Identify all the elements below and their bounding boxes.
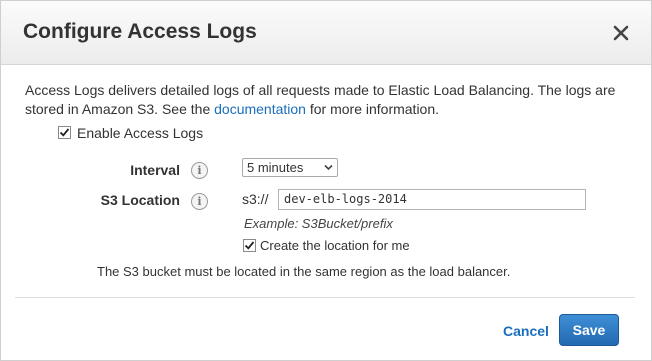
enable-access-logs-label[interactable]: Enable Access Logs [77,125,203,141]
enable-access-logs-row: Enable Access Logs [58,125,203,141]
s3-location-input[interactable]: dev-elb-logs-2014 [278,189,586,210]
chevron-down-icon [324,164,333,171]
interval-info-icon[interactable]: i [191,162,208,179]
s3-example-hint: Example: S3Bucket/prefix [244,216,393,231]
create-location-label[interactable]: Create the location for me [260,238,410,253]
dialog-title: Configure Access Logs [23,20,257,43]
description-text: Access Logs delivers detailed logs of al… [25,81,635,119]
create-location-row: Create the location for me [243,238,410,253]
create-location-checkbox[interactable] [243,239,256,253]
documentation-link[interactable]: documentation [214,101,306,117]
s3-location-label: S3 Location [100,192,180,208]
interval-label: Interval [130,162,180,178]
footer-divider [15,297,635,298]
save-button[interactable]: Save [559,314,619,346]
configure-access-logs-dialog: Configure Access Logs Access Logs delive… [0,0,652,361]
description-after-link: for more information. [305,101,440,117]
checkmark-icon [59,128,70,137]
s3-prefix: s3:// [242,191,269,207]
enable-access-logs-checkbox[interactable] [58,126,71,140]
close-button[interactable] [607,19,635,47]
interval-select[interactable]: 5 minutes [242,158,338,177]
cancel-button[interactable]: Cancel [503,323,549,339]
region-note: The S3 bucket must be located in the sam… [97,264,511,279]
dialog-header: Configure Access Logs [1,1,651,65]
checkmark-icon [244,241,255,250]
close-icon [613,25,629,41]
interval-selected-value: 5 minutes [247,160,304,175]
s3-location-info-icon[interactable]: i [191,193,208,210]
